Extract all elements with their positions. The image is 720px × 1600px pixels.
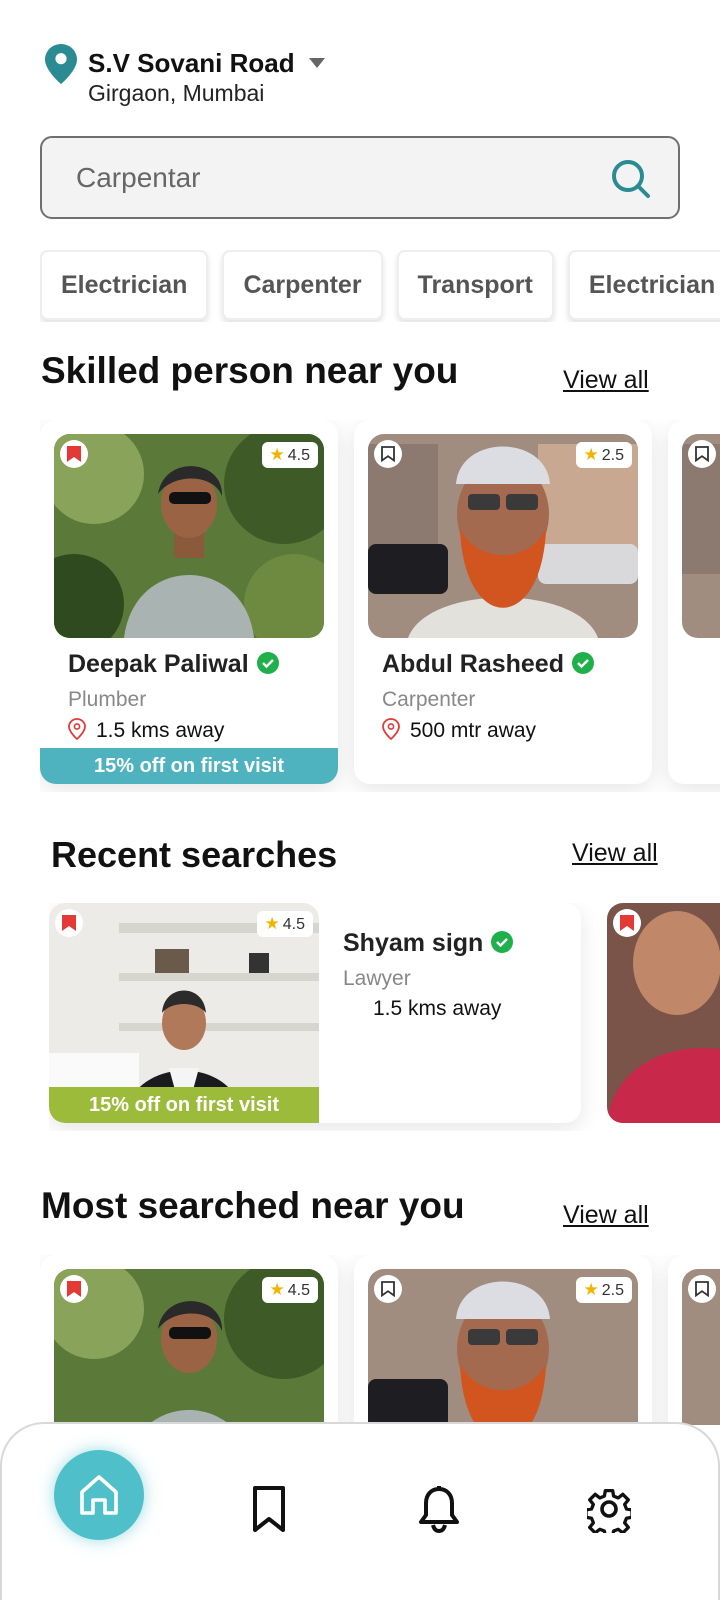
nav-settings-button[interactable]	[564, 1464, 654, 1554]
view-all-skilled-link[interactable]: View all	[563, 366, 649, 395]
star-icon: ★	[269, 445, 285, 464]
chip-electrician[interactable]: Electrician	[40, 250, 209, 320]
location-pin-icon	[382, 718, 400, 741]
star-icon: ★	[583, 445, 599, 464]
recent-cards-row: ★ 4.5 15% off on first visit Shyam sign L…	[49, 903, 720, 1131]
promo-banner: 15% off on first visit	[40, 748, 338, 784]
person-card[interactable]: ★ 2.5 Abdul Rasheed Carpenter 500 mtr awa…	[354, 420, 652, 784]
person-photo: ★ 2.5	[368, 1269, 638, 1425]
star-icon: ★	[269, 1280, 285, 1299]
person-name: Deepak Paliwal	[68, 650, 279, 679]
location-pin-icon	[68, 718, 86, 741]
promo-banner: 15% off on first visit	[49, 1087, 319, 1123]
section-title-recent: Recent searches	[51, 834, 338, 875]
verified-icon	[491, 931, 514, 953]
person-distance: 1.5 kms away	[68, 718, 224, 743]
chip-carpenter[interactable]: Carpenter	[222, 250, 383, 320]
rating-badge: ★ 4.5	[256, 911, 313, 937]
chevron-down-icon[interactable]	[308, 56, 326, 70]
home-icon	[80, 1475, 118, 1515]
verified-icon	[256, 652, 279, 674]
nav-bookmarks-button[interactable]	[224, 1464, 314, 1554]
gear-icon	[587, 1488, 631, 1533]
person-distance: 500 mtr away	[382, 718, 536, 743]
recent-card[interactable]: ★ 4.5 15% off on first visit Shyam sign L…	[49, 903, 581, 1123]
person-role: Lawyer	[343, 967, 411, 990]
verified-icon	[571, 652, 594, 674]
bottom-nav	[0, 1422, 720, 1600]
person-card-partial[interactable]	[668, 420, 720, 784]
bookmark-icon[interactable]	[55, 909, 83, 937]
rating-badge: ★ 2.5	[575, 1277, 632, 1303]
search-icon[interactable]	[610, 158, 652, 200]
nav-home-button[interactable]	[54, 1450, 144, 1540]
category-chips: Electrician Carpenter Transport Electrician	[40, 250, 720, 322]
location-pin-icon	[44, 44, 78, 84]
nav-notifications-button[interactable]	[394, 1464, 484, 1554]
person-photo: ★ 2.5	[368, 434, 638, 638]
star-icon: ★	[583, 1280, 599, 1299]
rating-badge: ★ 2.5	[575, 442, 632, 468]
bookmark-icon[interactable]	[688, 1275, 716, 1303]
rating-badge: ★ 4.5	[261, 1277, 318, 1303]
section-title-most: Most searched near you	[41, 1185, 465, 1226]
person-card[interactable]: ★ 4.5 Deepak Paliwal Plumber 1.5 kms away…	[40, 420, 338, 784]
search-input[interactable]	[76, 158, 596, 198]
skilled-cards-row: ★ 4.5 Deepak Paliwal Plumber 1.5 kms away…	[40, 420, 720, 792]
person-name: Abdul Rasheed	[382, 650, 594, 679]
recent-card-partial[interactable]	[607, 903, 720, 1123]
person-card[interactable]: ★ 2.5	[354, 1255, 652, 1425]
person-name: Shyam sign	[343, 929, 514, 958]
person-role: Plumber	[68, 688, 147, 711]
view-all-most-link[interactable]: View all	[563, 1201, 649, 1230]
bookmark-icon[interactable]	[374, 1275, 402, 1303]
bookmark-icon[interactable]	[613, 909, 641, 937]
location-title[interactable]: S.V Sovani Road	[88, 48, 295, 79]
view-all-recent-link[interactable]: View all	[572, 839, 658, 868]
person-photo	[682, 434, 720, 638]
chip-transport[interactable]: Transport	[396, 250, 554, 320]
person-card-partial[interactable]	[668, 1255, 720, 1425]
star-icon: ★	[264, 914, 280, 933]
chip-electrician-2[interactable]: Electrician	[567, 250, 720, 320]
person-photo: ★ 4.5	[54, 434, 324, 638]
bell-icon	[419, 1486, 459, 1533]
search-bar	[40, 136, 680, 219]
bookmark-icon[interactable]	[60, 1275, 88, 1303]
most-cards-row: ★ 4.5 ★ 2.5	[40, 1255, 720, 1425]
section-title-skilled: Skilled person near you	[41, 350, 459, 391]
bookmark-icon	[253, 1486, 285, 1532]
person-distance: 1.5 kms away	[373, 997, 502, 1020]
person-photo	[682, 1269, 720, 1425]
person-card[interactable]: ★ 4.5	[40, 1255, 338, 1425]
person-photo: ★ 4.5	[54, 1269, 324, 1425]
rating-badge: ★ 4.5	[261, 442, 318, 468]
bookmark-icon[interactable]	[374, 440, 402, 468]
bookmark-icon[interactable]	[688, 440, 716, 468]
person-role: Carpenter	[382, 688, 476, 711]
bookmark-icon[interactable]	[60, 440, 88, 468]
location-subtitle: Girgaon, Mumbai	[88, 80, 265, 106]
